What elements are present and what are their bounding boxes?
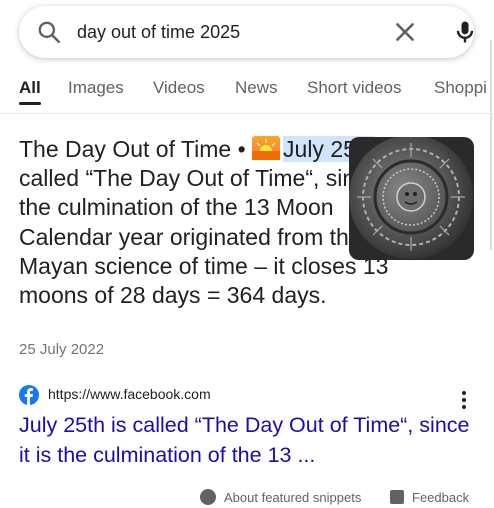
more-options-icon[interactable]	[461, 390, 467, 410]
tabs-divider	[0, 113, 494, 114]
feedback-link[interactable]: Feedback	[412, 490, 469, 505]
search-tabs: All Images Videos News Short videos Shop…	[0, 72, 494, 108]
tab-images[interactable]: Images	[68, 78, 124, 98]
snippet-lead: The Day Out of Time •	[19, 136, 253, 162]
search-bar[interactable]: day out of time 2025	[19, 6, 474, 58]
search-icon	[38, 21, 61, 44]
snippet-footer: About featured snippets Feedback	[0, 488, 494, 508]
clear-icon[interactable]	[392, 19, 418, 45]
help-icon[interactable]	[200, 489, 216, 505]
mayan-calendar-thumbnail[interactable]	[349, 137, 474, 260]
microphone-icon[interactable]	[451, 18, 479, 46]
tab-short-videos[interactable]: Short videos	[307, 78, 402, 98]
search-input[interactable]: day out of time 2025	[77, 6, 240, 58]
feedback-icon[interactable]	[390, 490, 404, 504]
tab-all[interactable]: All	[19, 78, 41, 98]
tab-videos[interactable]: Videos	[153, 78, 205, 98]
source-url[interactable]: https://www.facebook.com	[48, 386, 211, 402]
facebook-icon	[19, 385, 39, 405]
sunrise-icon	[252, 136, 281, 160]
tab-shopping[interactable]: Shoppi	[434, 78, 487, 98]
snippet-date: 25 July 2022	[19, 341, 105, 358]
about-featured-snippets-link[interactable]: About featured snippets	[224, 490, 361, 505]
result-title-link[interactable]: July 25th is called “The Day Out of Time…	[19, 410, 479, 470]
tab-news[interactable]: News	[235, 78, 278, 98]
active-tab-indicator	[19, 102, 41, 105]
